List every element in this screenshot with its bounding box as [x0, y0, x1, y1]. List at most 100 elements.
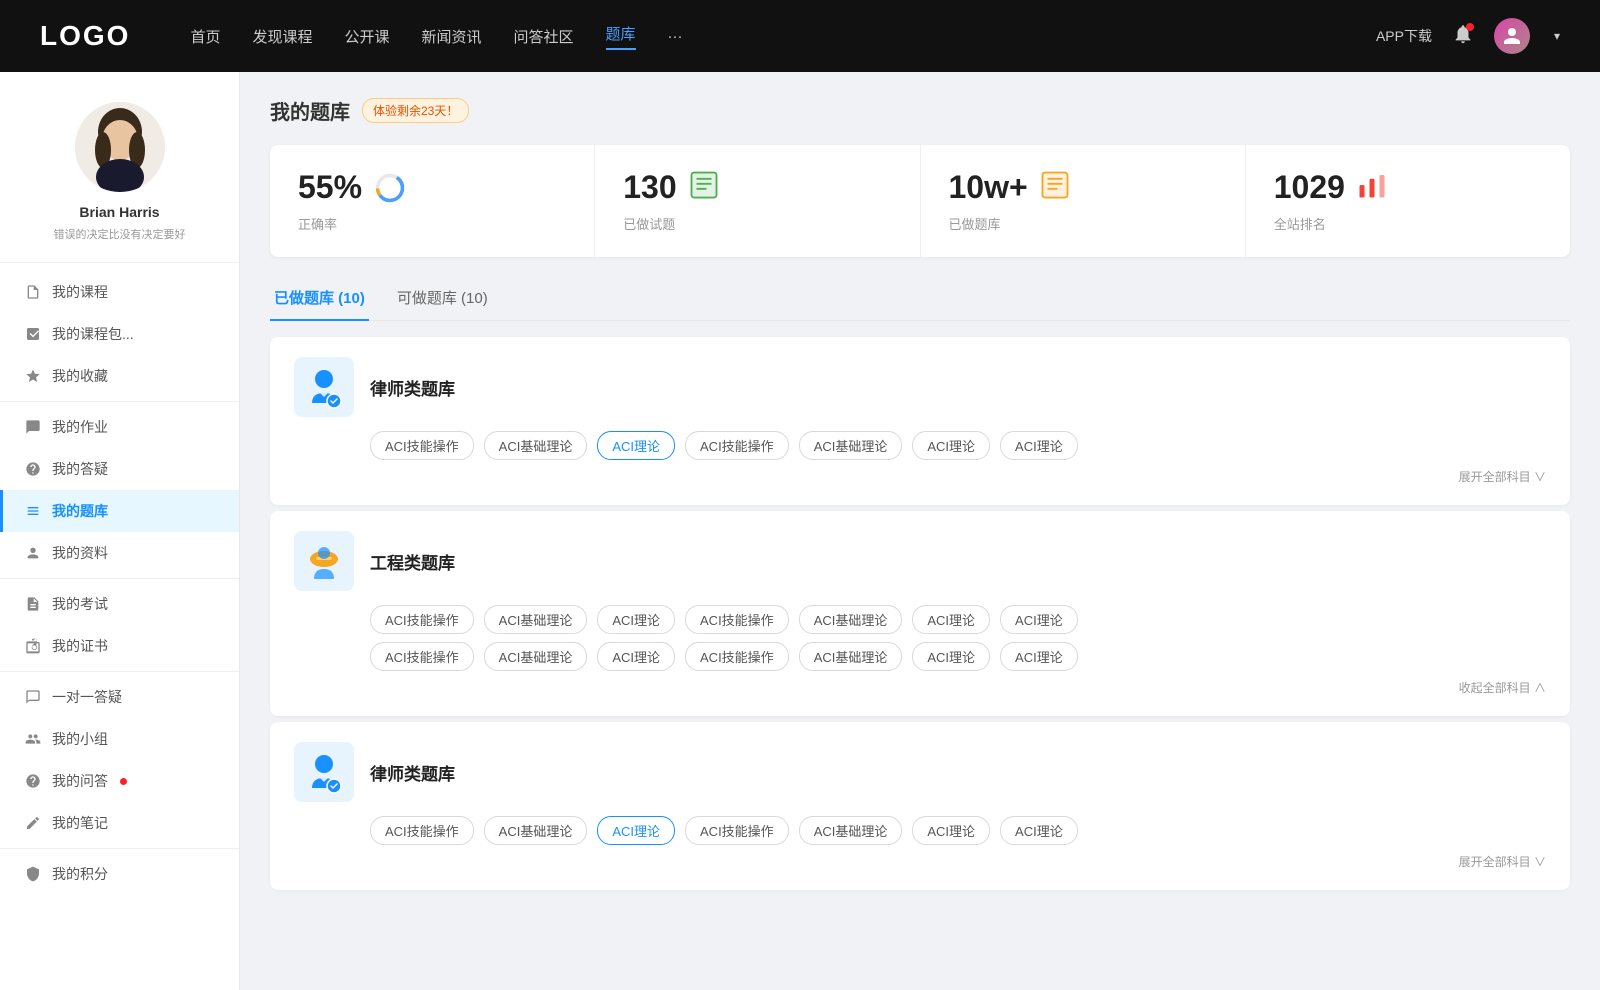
tag-5[interactable]: ACI理论 [912, 431, 990, 460]
qbank-list: 律师类题库 ACI技能操作 ACI基础理论 ACI理论 ACI技能操作 ACI基… [270, 337, 1570, 894]
tag-4[interactable]: ACI基础理论 [799, 431, 903, 460]
sidebar-item-my-group[interactable]: 我的小组 [0, 718, 239, 760]
lawyer2-icon [302, 750, 346, 794]
etag-6[interactable]: ACI理论 [1000, 605, 1078, 634]
done-questions-icon [689, 170, 719, 205]
sidebar-label: 我的积分 [52, 864, 108, 884]
page-title: 我的题库 [270, 96, 350, 125]
l2tag-6[interactable]: ACI理论 [1000, 816, 1078, 845]
sidebar-item-my-collection[interactable]: 我的收藏 [0, 355, 239, 397]
sidebar-label: 我的课程包... [52, 324, 134, 344]
etag-1[interactable]: ACI基础理论 [484, 605, 588, 634]
sidebar-item-my-qa[interactable]: 我的答疑 [0, 448, 239, 490]
stat-value-accuracy: 55% [298, 169, 362, 206]
expand-lawyer1[interactable]: 展开全部科目 ∨ [370, 468, 1546, 485]
sidebar-item-my-points[interactable]: 我的积分 [0, 853, 239, 895]
accuracy-chart [374, 172, 406, 204]
sidebar-item-my-homework[interactable]: 我的作业 [0, 406, 239, 448]
avatar-chevron[interactable]: ▾ [1554, 29, 1560, 43]
nav-news[interactable]: 新闻资讯 [422, 26, 482, 47]
etag-3[interactable]: ACI技能操作 [685, 605, 789, 634]
stat-value-qbank: 10w+ [949, 169, 1028, 206]
sidebar-item-my-cert[interactable]: 我的证书 [0, 625, 239, 667]
sidebar-item-my-data[interactable]: 我的资料 [0, 532, 239, 574]
etag-5[interactable]: ACI理论 [912, 605, 990, 634]
sidebar-label: 我的小组 [52, 729, 108, 749]
sidebar-item-my-notes[interactable]: 我的笔记 [0, 802, 239, 844]
sidebar-label: 一对一答疑 [52, 687, 122, 707]
app-download[interactable]: APP下载 [1376, 26, 1432, 46]
tab-done[interactable]: 已做题库 (10) [270, 277, 369, 320]
tag-2[interactable]: ACI理论 [597, 431, 675, 460]
tag-0[interactable]: ACI技能操作 [370, 431, 474, 460]
nav-home[interactable]: 首页 [190, 26, 220, 47]
trial-badge: 体验剩余23天！ [362, 98, 469, 123]
sidebar-label: 我的课程 [52, 282, 108, 302]
nav-opencourse[interactable]: 公开课 [344, 26, 389, 47]
sidebar-label: 我的问答 [52, 771, 108, 791]
page-header: 我的题库 体验剩余23天！ [270, 96, 1570, 125]
sidebar-label: 我的资料 [52, 543, 108, 563]
stat-accuracy: 55% 正确率 [270, 145, 595, 257]
etag-8[interactable]: ACI基础理论 [484, 642, 588, 671]
l2tag-3[interactable]: ACI技能操作 [685, 816, 789, 845]
expand-lawyer2[interactable]: 展开全部科目 ∨ [370, 853, 1546, 870]
etag-4[interactable]: ACI基础理论 [799, 605, 903, 634]
l2tag-0[interactable]: ACI技能操作 [370, 816, 474, 845]
notes-icon [24, 814, 42, 832]
etag-9[interactable]: ACI理论 [597, 642, 675, 671]
etag-11[interactable]: ACI基础理论 [799, 642, 903, 671]
questions-icon [24, 772, 42, 790]
etag-0[interactable]: ACI技能操作 [370, 605, 474, 634]
sidebar-item-my-course[interactable]: 我的课程 [0, 271, 239, 313]
data-icon [24, 544, 42, 562]
group-icon [24, 730, 42, 748]
user-avatar[interactable] [1494, 18, 1530, 54]
nav-qa[interactable]: 问答社区 [514, 26, 574, 47]
etag-2[interactable]: ACI理论 [597, 605, 675, 634]
questions-notification-dot [120, 778, 127, 785]
etag-7[interactable]: ACI技能操作 [370, 642, 474, 671]
qbank-tags-engineer1-row2: ACI技能操作 ACI基础理论 ACI理论 ACI技能操作 ACI基础理论 AC… [370, 642, 1546, 671]
nav-more[interactable]: ··· [668, 28, 683, 45]
etag-12[interactable]: ACI理论 [912, 642, 990, 671]
main-layout: Brian Harris 错误的决定比没有决定要好 我的课程 我的课程包... [0, 72, 1600, 990]
sidebar-item-my-questions[interactable]: 我的问答 [0, 760, 239, 802]
sidebar-item-my-package[interactable]: 我的课程包... [0, 313, 239, 355]
sidebar-label: 我的考试 [52, 594, 108, 614]
tag-3[interactable]: ACI技能操作 [685, 431, 789, 460]
l2tag-5[interactable]: ACI理论 [912, 816, 990, 845]
tag-1[interactable]: ACI基础理论 [484, 431, 588, 460]
engineer-icon [302, 539, 346, 583]
stat-label-ranking: 全站排名 [1274, 214, 1542, 233]
tab-todo[interactable]: 可做题库 (10) [393, 277, 492, 320]
sidebar-item-my-exam[interactable]: 我的考试 [0, 583, 239, 625]
cert-icon [24, 637, 42, 655]
sidebar-label: 我的笔记 [52, 813, 108, 833]
notification-bell[interactable] [1452, 23, 1474, 50]
qbank-tags-engineer1-row1: ACI技能操作 ACI基础理论 ACI理论 ACI技能操作 ACI基础理论 AC… [370, 605, 1546, 634]
l2tag-1[interactable]: ACI基础理论 [484, 816, 588, 845]
nav-discover[interactable]: 发现课程 [252, 26, 312, 47]
l2tag-4[interactable]: ACI基础理论 [799, 816, 903, 845]
profile-name: Brian Harris [79, 204, 159, 220]
sidebar-item-one-on-one[interactable]: 一对一答疑 [0, 676, 239, 718]
stats-row: 55% 正确率 130 [270, 145, 1570, 257]
stat-top-done: 130 [623, 169, 891, 206]
points-icon [24, 865, 42, 883]
expand-engineer1[interactable]: 收起全部科目 ∧ [370, 679, 1546, 696]
qa-icon [24, 460, 42, 478]
sidebar-label: 我的作业 [52, 417, 108, 437]
sidebar-label: 我的证书 [52, 636, 108, 656]
nav-qbank[interactable]: 题库 [606, 23, 636, 50]
etag-10[interactable]: ACI技能操作 [685, 642, 789, 671]
homework-icon [24, 418, 42, 436]
nav-links: 首页 发现课程 公开课 新闻资讯 问答社区 题库 ··· [190, 23, 1336, 50]
profile-avatar [75, 102, 165, 192]
sidebar-profile: Brian Harris 错误的决定比没有决定要好 [0, 72, 239, 263]
tag-6[interactable]: ACI理论 [1000, 431, 1078, 460]
sidebar-item-my-qbank[interactable]: 我的题库 [0, 490, 239, 532]
stat-top-qbank: 10w+ [949, 169, 1217, 206]
etag-13[interactable]: ACI理论 [1000, 642, 1078, 671]
l2tag-2[interactable]: ACI理论 [597, 816, 675, 845]
